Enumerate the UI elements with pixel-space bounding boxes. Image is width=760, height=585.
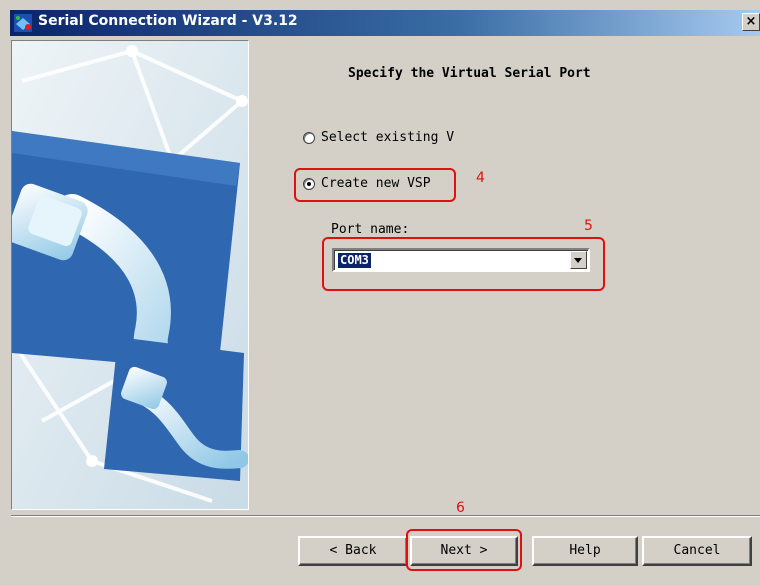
annotation-box-next bbox=[406, 529, 522, 571]
cancel-button[interactable]: Cancel bbox=[642, 536, 752, 566]
port-name-value: COM3 bbox=[338, 253, 371, 268]
port-name-label: Port name: bbox=[331, 222, 410, 237]
wizard-banner bbox=[11, 40, 249, 510]
annotation-number-4: 4 bbox=[476, 170, 485, 186]
page-heading: Specify the Virtual Serial Port bbox=[348, 66, 591, 81]
serial-cable-illustration bbox=[12, 41, 248, 509]
footer-separator bbox=[11, 515, 760, 517]
radio-icon[interactable] bbox=[303, 131, 315, 144]
dropdown-arrow-icon[interactable] bbox=[570, 251, 587, 269]
create-new-vsp-label: Create new VSP bbox=[321, 176, 431, 191]
select-existing-option[interactable]: Select existing V bbox=[303, 130, 454, 145]
help-button[interactable]: Help bbox=[532, 536, 638, 566]
annotation-number-6: 6 bbox=[456, 500, 465, 516]
annotation-number-5: 5 bbox=[584, 218, 593, 234]
window-title: Serial Connection Wizard - V3.12 bbox=[38, 13, 298, 29]
close-icon[interactable]: × bbox=[742, 13, 760, 31]
app-icon bbox=[14, 14, 32, 32]
port-name-select[interactable]: COM3 bbox=[332, 248, 590, 272]
radio-icon[interactable] bbox=[303, 177, 315, 190]
create-new-vsp-option[interactable]: Create new VSP bbox=[303, 176, 431, 191]
back-button[interactable]: < Back bbox=[298, 536, 408, 566]
title-bar: Serial Connection Wizard - V3.12 × bbox=[10, 10, 760, 36]
select-existing-label: Select existing V bbox=[321, 130, 455, 145]
